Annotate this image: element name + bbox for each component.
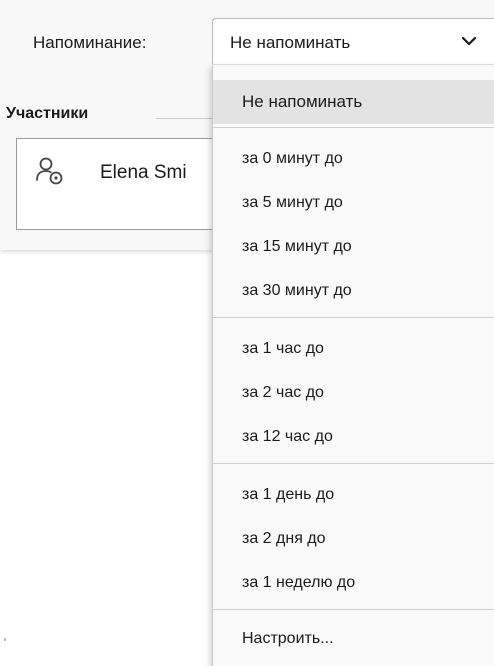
menu-item-0-min[interactable]: за 0 минут до (213, 137, 494, 181)
reminder-select[interactable]: Не напоминать (212, 18, 494, 65)
menu-item-5-min[interactable]: за 5 минут до (213, 181, 494, 225)
menu-item-1-week[interactable]: за 1 неделю до (213, 561, 494, 605)
menu-separator (213, 127, 494, 128)
chevron-down-icon[interactable] (460, 33, 478, 49)
menu-item-1-day[interactable]: за 1 день до (213, 473, 494, 517)
reminder-select-value: Не напоминать (230, 33, 351, 52)
menu-separator (213, 609, 494, 610)
menu-separator (213, 463, 494, 464)
menu-item-2-days[interactable]: за 2 дня до (213, 517, 494, 561)
menu-item-customize[interactable]: Настроить... (213, 617, 494, 661)
participants-list[interactable]: Elena Smi (16, 138, 236, 230)
person-optional-icon (36, 157, 63, 185)
menu-item-1-hour[interactable]: за 1 час до (213, 327, 494, 371)
menu-item-15-min[interactable]: за 15 минут до (213, 225, 494, 269)
reminder-label: Напоминание: (33, 33, 147, 52)
menu-separator (213, 317, 494, 318)
reminder-dropdown-menu: Не напоминать за 0 минут до за 5 минут д… (212, 64, 494, 666)
menu-item-30-min[interactable]: за 30 минут до (213, 269, 494, 313)
menu-item-12-hours[interactable]: за 12 час до (213, 415, 494, 459)
background-artifact (4, 638, 6, 641)
participant-name[interactable]: Elena Smi (100, 162, 187, 184)
participants-divider (156, 118, 212, 119)
participants-heading: Участники (6, 105, 89, 122)
menu-item-no-reminder[interactable]: Не напоминать (213, 80, 494, 124)
menu-item-2-hours[interactable]: за 2 час до (213, 371, 494, 415)
